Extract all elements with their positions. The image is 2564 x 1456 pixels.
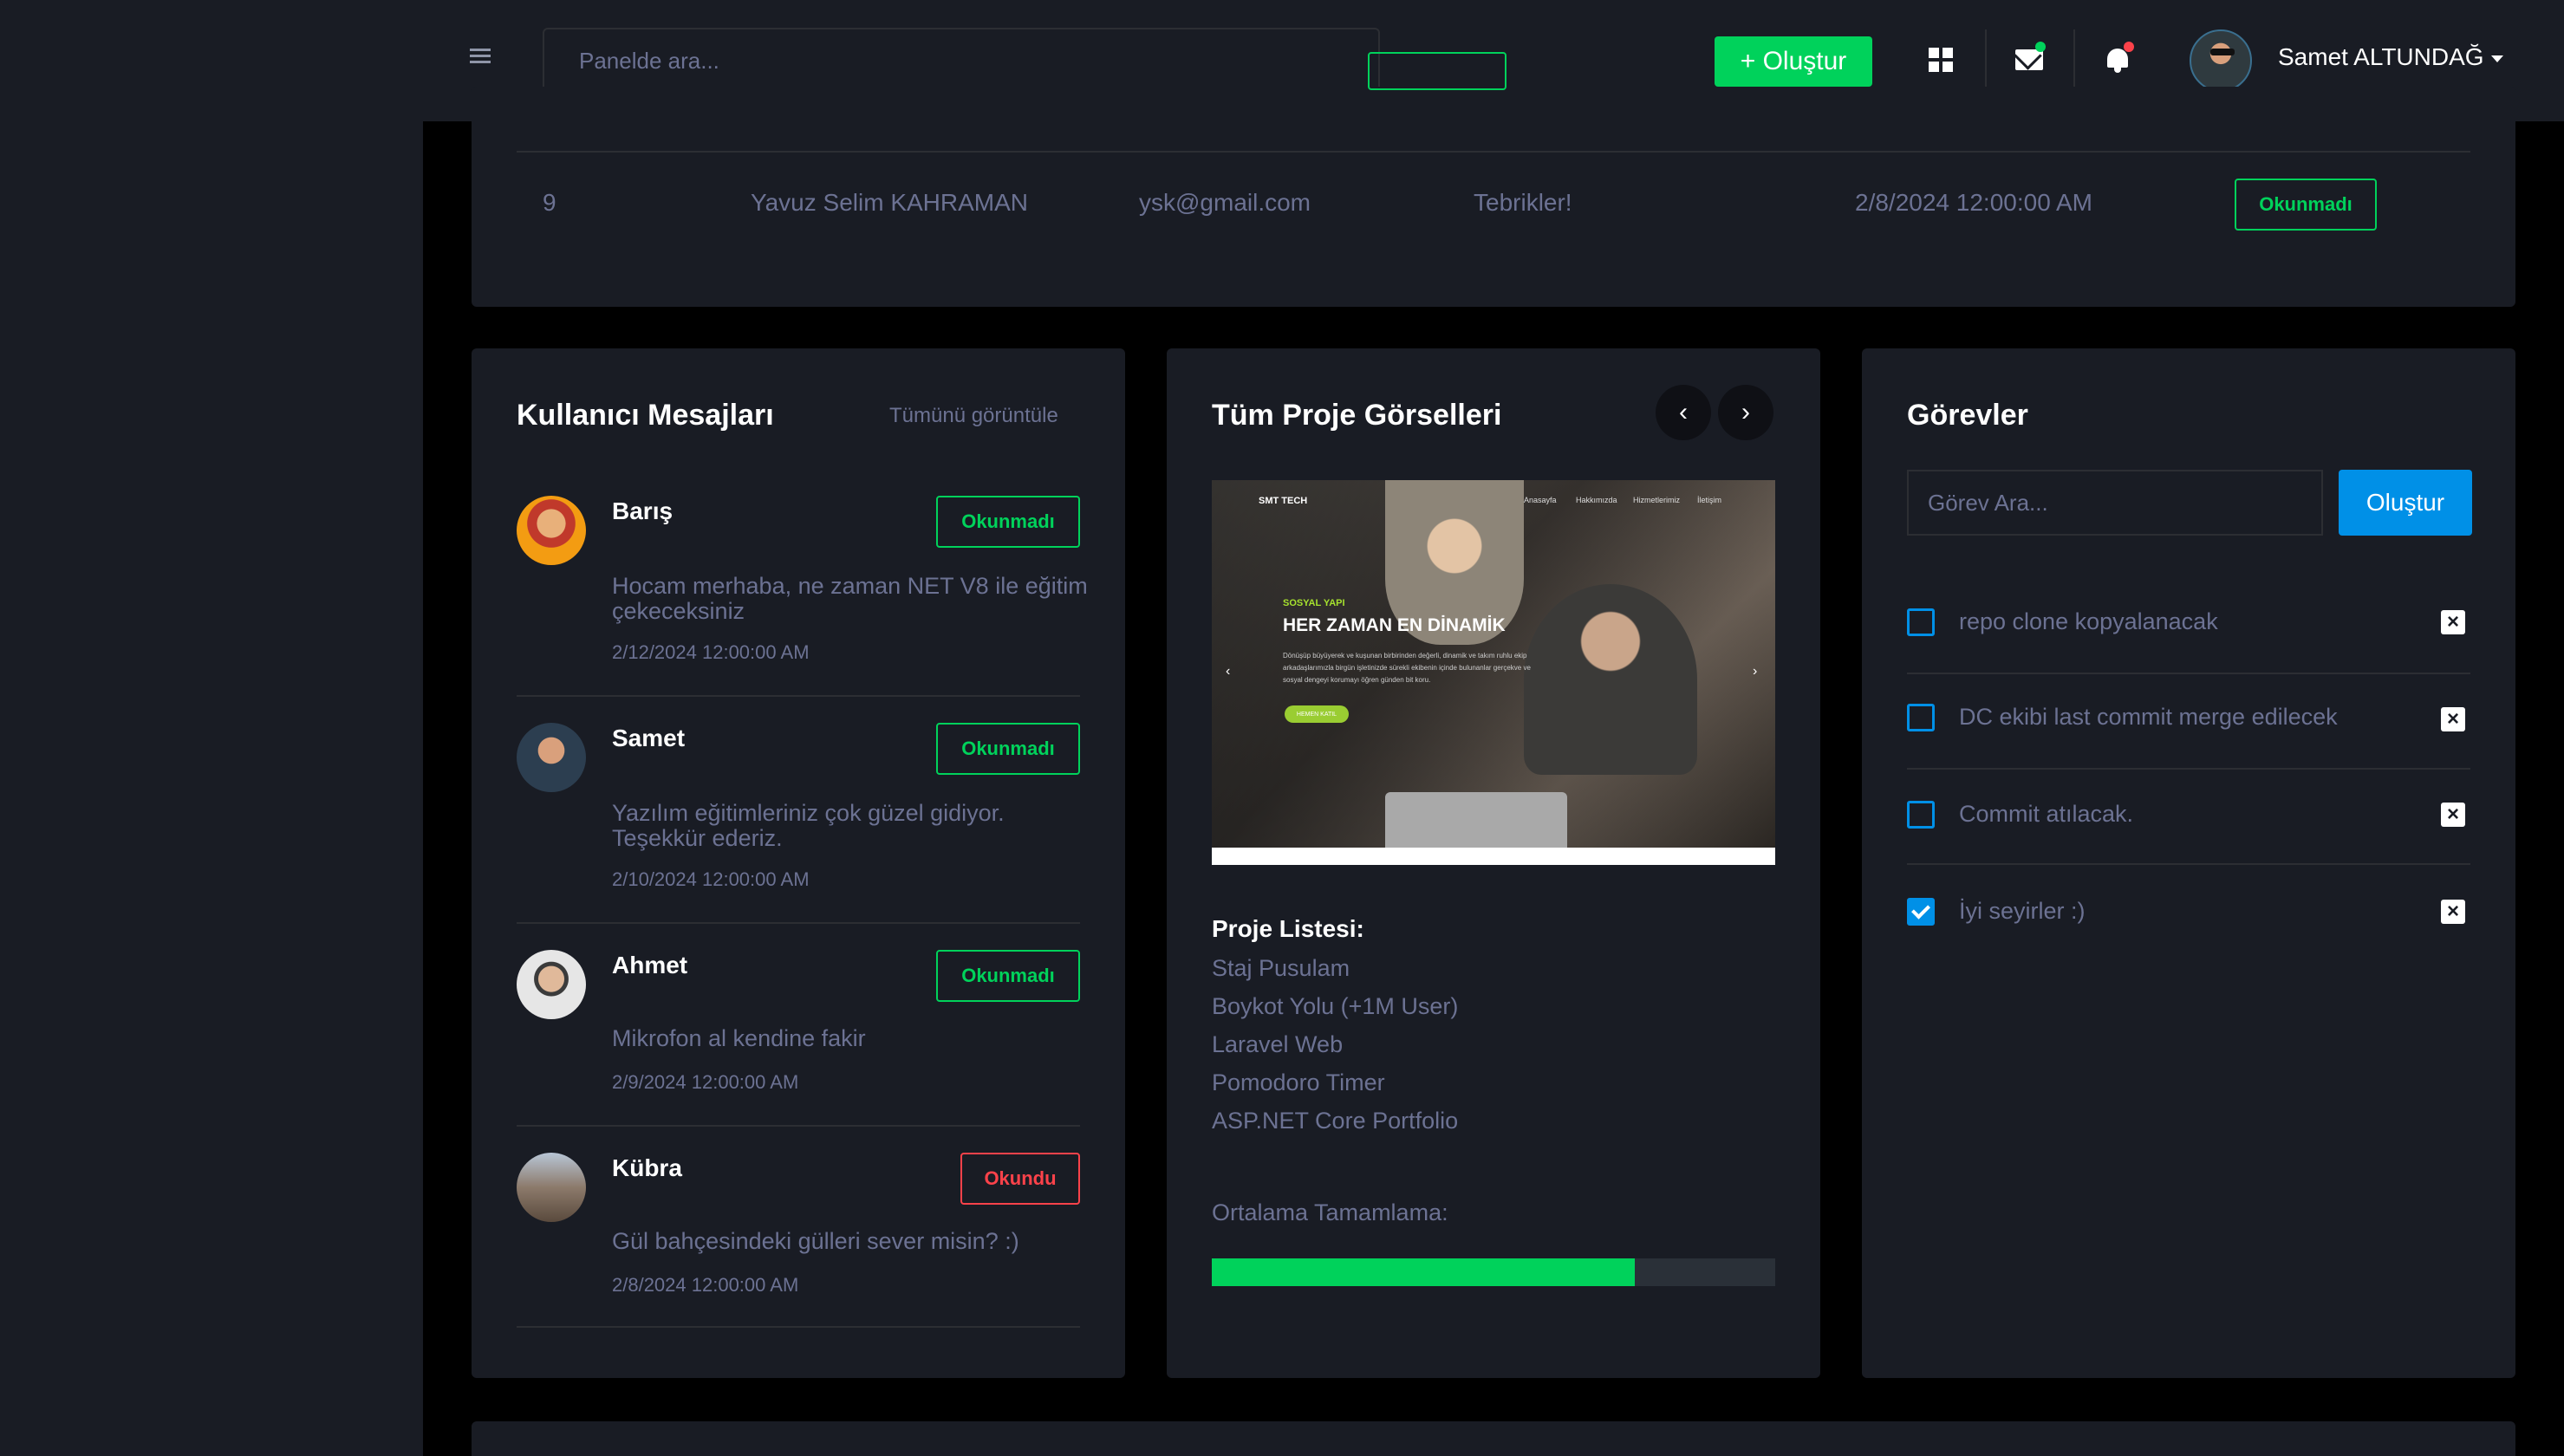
message-text: Mikrofon al kendine fakir [612,1025,866,1051]
notification-dot [2124,42,2134,52]
tasks-card: Görevler Oluştur repo clone kopyalanacak… [1862,348,2515,1378]
view-all-link[interactable]: Tümünü görüntüle [889,404,1058,428]
chevron-down-icon[interactable] [2491,55,2503,62]
slide-headline: HER ZAMAN EN DİNAMİK [1283,615,1506,635]
bell-icon[interactable] [2096,38,2139,81]
slide-nav-item: Hizmetlerimiz [1633,496,1680,504]
divider [1907,673,2470,674]
row-id: 9 [543,189,556,216]
divider [2073,29,2075,90]
row-email: ysk@gmail.com [1139,189,1311,216]
project-list-item: Boykot Yolu (+1M User) [1212,993,1459,1019]
message-text: Gül bahçesindeki gülleri sever misin? :) [612,1228,1019,1254]
row-name: Yavuz Selim KAHRAMAN [751,189,1029,216]
create-task-button[interactable]: Oluştur [2339,470,2472,536]
status-badge[interactable]: Okunmadı [936,723,1080,775]
slide-button: HEMEN KATIL [1285,705,1349,723]
sender-name: Ahmet [612,952,688,978]
row-date: 2/8/2024 12:00:00 AM [1855,189,2092,216]
message-text: Hocam merhaba, ne zaman NET V8 ile eğiti… [612,573,1088,624]
apps-grid-icon[interactable] [1919,38,1962,81]
progress-fill [1212,1258,1635,1286]
task-search-input[interactable] [1907,470,2323,536]
messages-table: 9 Yavuz Selim KAHRAMAN ysk@gmail.com Teb… [472,52,2515,307]
task-text: İyi seyirler :) [1959,898,2086,924]
row-divider [517,151,2470,153]
create-button[interactable]: + Oluştur [1715,36,1872,87]
bottom-card [472,1421,2515,1456]
divider [517,922,1080,924]
divider [1907,768,2470,770]
menu-icon[interactable] [470,49,491,68]
message-date: 2/8/2024 12:00:00 AM [612,1274,799,1296]
sidebar [0,0,423,1456]
divider [517,1326,1080,1328]
project-list-item: ASP.NET Core Portfolio [1212,1108,1459,1134]
task-checkbox[interactable] [1907,898,1935,926]
status-badge[interactable]: Okunmadı [936,496,1080,548]
task-text: Commit atılacak. [1959,801,2134,827]
task-checkbox[interactable] [1907,801,1935,829]
slide-nav-item: İletişim [1697,496,1722,504]
user-name[interactable]: Samet ALTUNDAĞ [2278,43,2484,71]
status-badge[interactable]: Okundu [960,1153,1080,1205]
message-date: 2/12/2024 12:00:00 AM [612,641,810,663]
status-badge[interactable] [1368,52,1507,90]
task-checkbox[interactable] [1907,704,1935,731]
message-date: 2/10/2024 12:00:00 AM [612,868,810,890]
card-title: Kullanıcı Mesajları [517,399,774,432]
divider [1907,863,2470,865]
divider [1985,29,1987,90]
mail-icon[interactable] [2008,38,2051,81]
divider [517,1125,1080,1127]
project-list-item: Pomodoro Timer [1212,1069,1385,1095]
project-list-item: Laravel Web [1212,1031,1344,1057]
close-icon[interactable]: × [2441,610,2465,634]
divider [517,695,1080,697]
close-icon[interactable]: × [2441,803,2465,827]
project-screenshot: SMT TECH Anasayfa Hakkımızda Hizmetlerim… [1212,480,1775,848]
message-date: 2/9/2024 12:00:00 AM [612,1071,799,1093]
message-text: Yazılım eğitimleriniz çok güzel gidiyor.… [612,800,1005,851]
close-icon[interactable]: × [2441,900,2465,924]
chevron-right-icon[interactable]: › [1718,385,1773,440]
avatar [517,950,586,1019]
task-text: DC ekibi last commit merge edilecek [1959,704,2338,730]
avatar [517,723,586,792]
project-images-card: Tüm Proje Görselleri ‹ › SMT TECH Anasay… [1167,348,1820,1378]
slide-nav-item: Hakkımızda [1576,496,1617,504]
avatar[interactable] [2190,29,2252,92]
slide-nav-item: Anasayfa [1524,496,1557,504]
chevron-left-icon[interactable]: ‹ [1656,385,1711,440]
slide-subtitle: SOSYAL YAPI [1283,598,1345,608]
mail-indicator-dot [2035,42,2046,52]
task-checkbox[interactable] [1907,608,1935,636]
avatar [517,496,586,565]
sender-name: Samet [612,725,686,751]
slide-brand: SMT TECH [1259,496,1308,506]
carousel-footer [1212,848,1775,865]
close-icon[interactable]: × [2441,707,2465,731]
project-list-item: Staj Pusulam [1212,955,1350,981]
chevron-right-icon[interactable]: › [1753,664,1757,679]
user-messages-card: Kullanıcı Mesajları Tümünü görüntüle Bar… [472,348,1125,1378]
slide-paragraph: Dönüşüp büyüyerek ve kuşunan birbirinden… [1283,652,1531,684]
project-carousel[interactable]: SMT TECH Anasayfa Hakkımızda Hizmetlerim… [1212,480,1775,865]
card-title: Görevler [1907,399,2028,432]
average-completion-label: Ortalama Tamamlama: [1212,1199,1448,1225]
status-badge[interactable]: Okunmadı [2235,179,2377,231]
search-input[interactable] [543,28,1380,94]
chevron-left-icon[interactable]: ‹ [1226,664,1230,679]
completion-progress-bar [1212,1258,1775,1286]
task-text: repo clone kopyalanacak [1959,608,2218,634]
row-subject: Tebrikler! [1474,189,1572,216]
project-list-title: Proje Listesi: [1212,915,1364,942]
sender-name: Barış [612,497,674,524]
card-title: Tüm Proje Görselleri [1212,399,1502,432]
status-badge[interactable]: Okunmadı [936,950,1080,1002]
avatar [517,1153,586,1222]
sender-name: Kübra [612,1154,682,1181]
